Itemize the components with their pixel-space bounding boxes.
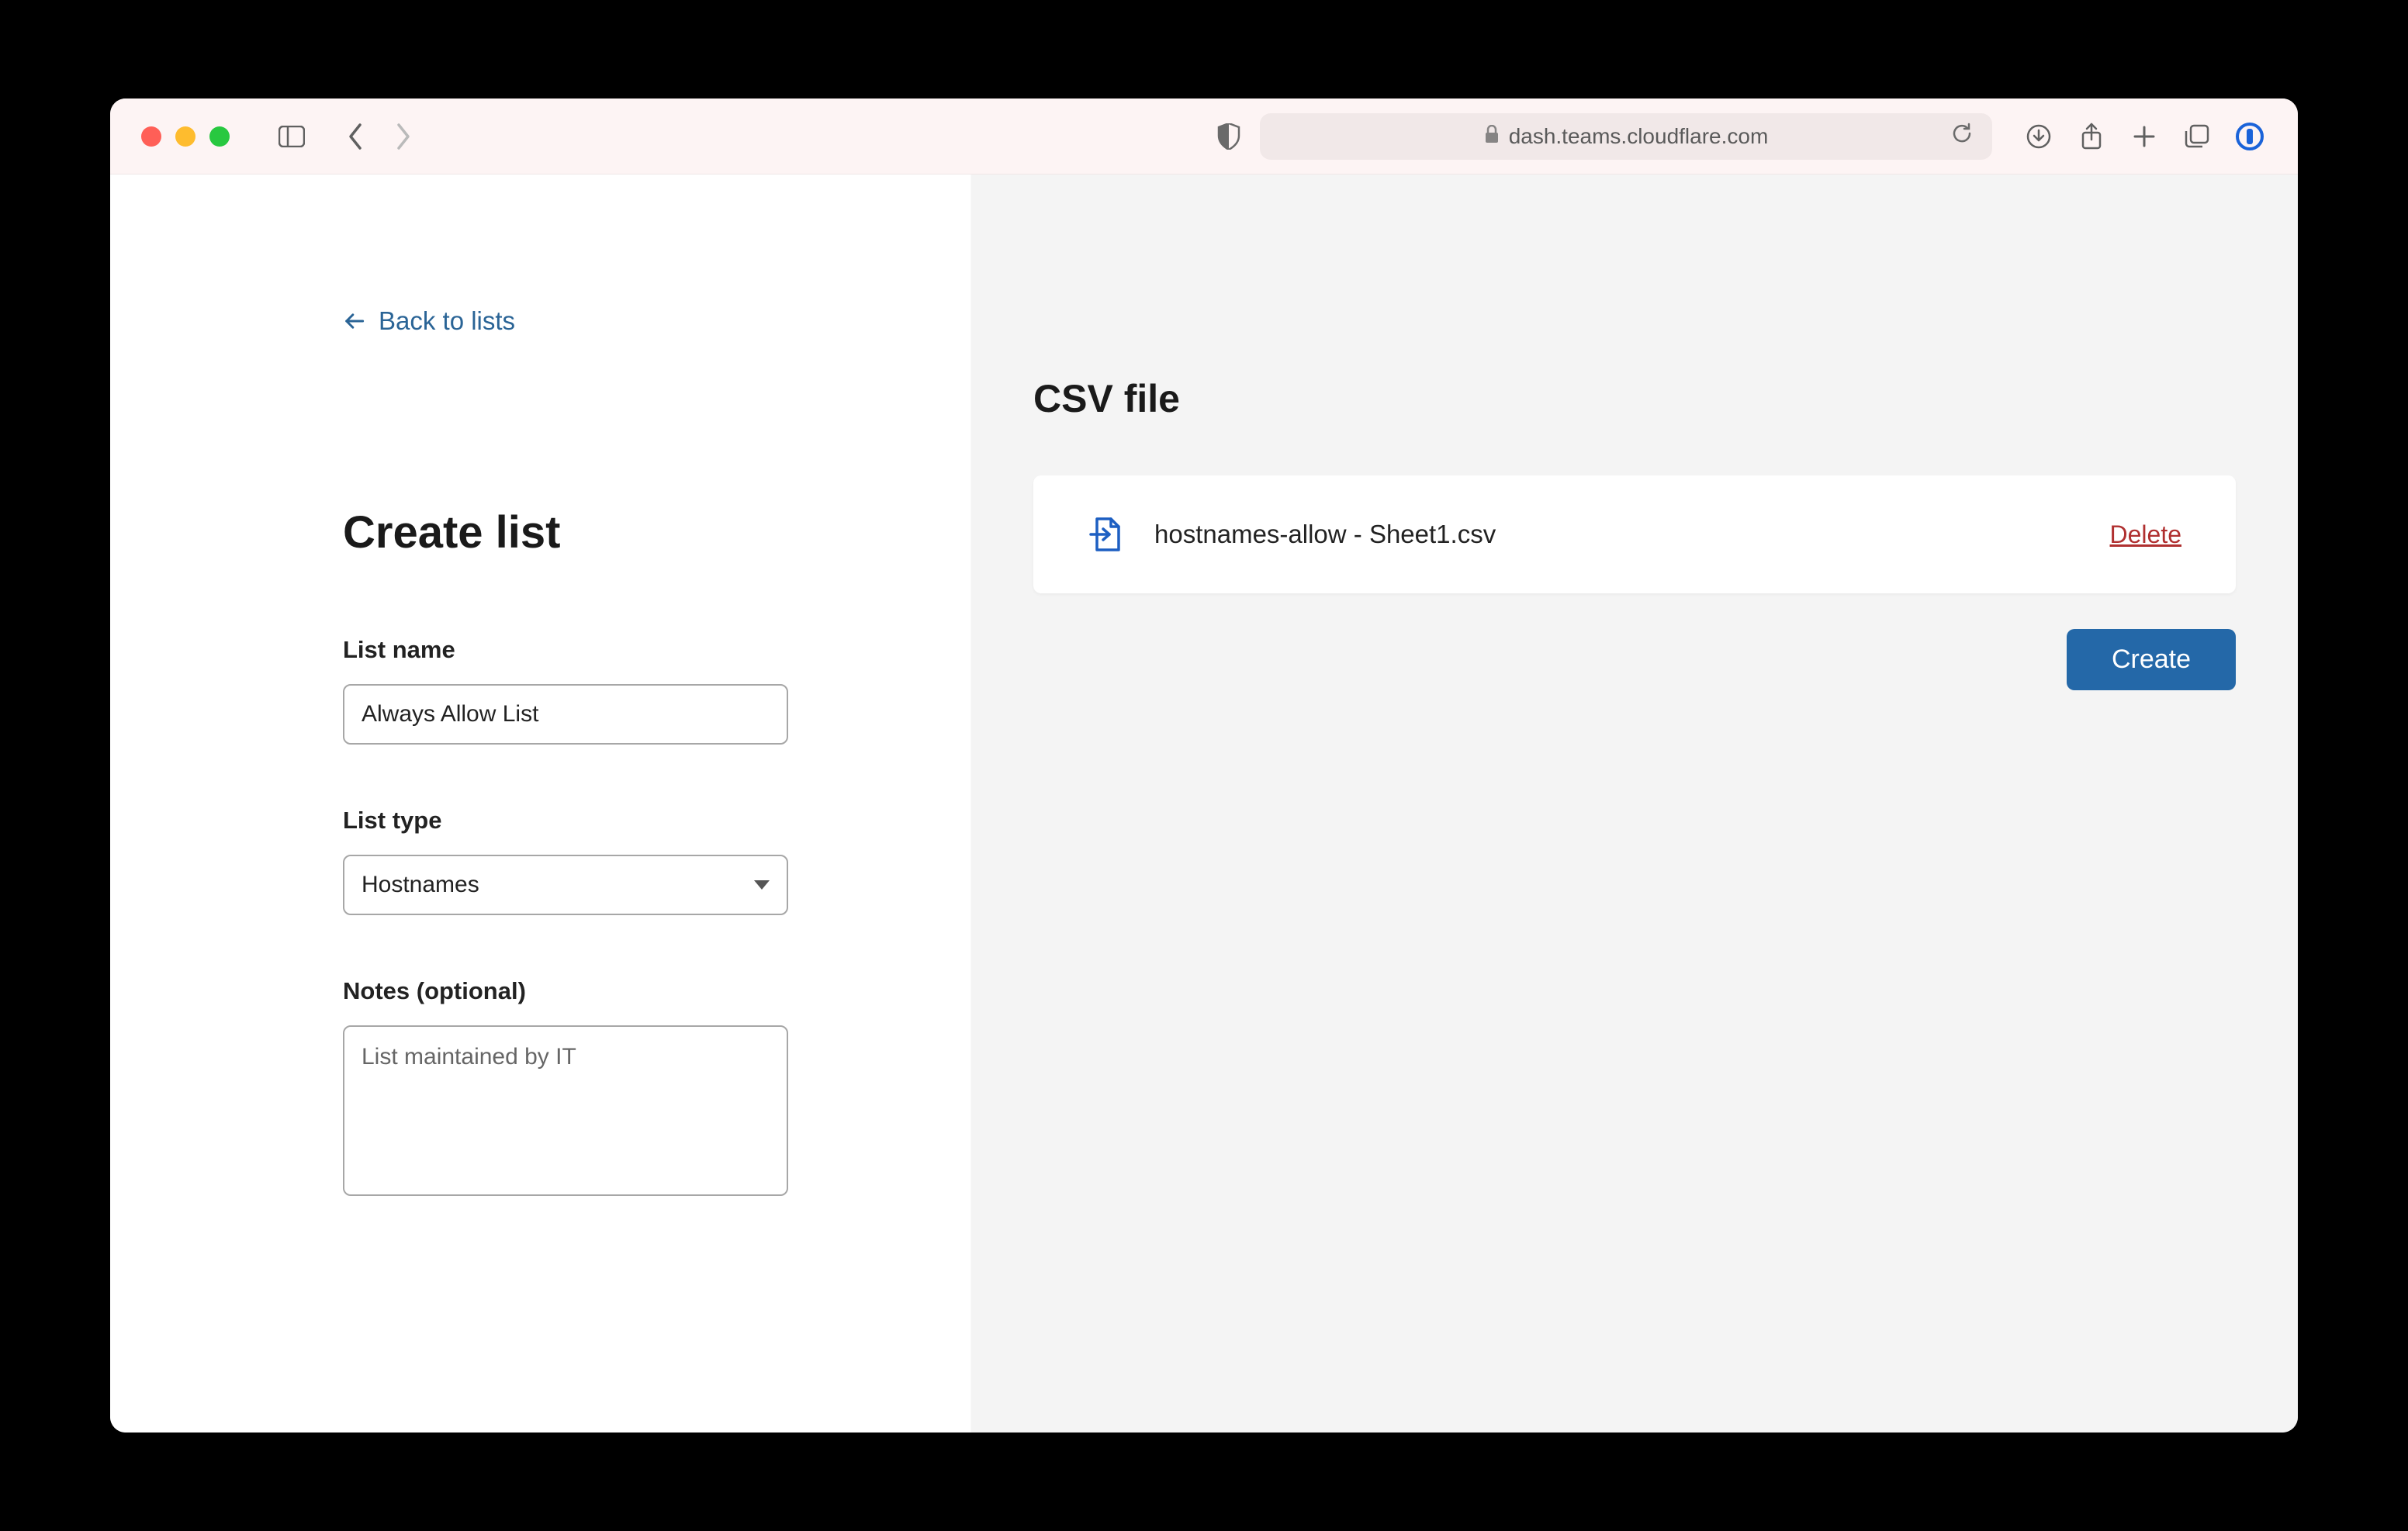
file-icon <box>1088 516 1125 553</box>
list-type-field: List type Hostnames <box>343 807 788 915</box>
create-button[interactable]: Create <box>2067 629 2236 690</box>
list-name-label: List name <box>343 636 788 664</box>
actions-row: Create <box>1033 629 2236 690</box>
page-title: Create list <box>343 506 788 558</box>
list-type-value: Hostnames <box>362 872 479 898</box>
list-name-input[interactable] <box>343 684 788 745</box>
onepassword-extension-icon[interactable] <box>2233 119 2267 154</box>
back-link-label: Back to lists <box>379 306 515 336</box>
browser-window: dash.teams.cloudflare.com <box>110 98 2298 1433</box>
list-name-field: List name <box>343 636 788 745</box>
list-type-select[interactable]: Hostnames <box>343 855 788 915</box>
delete-file-link[interactable]: Delete <box>2110 520 2182 549</box>
nav-back-button[interactable] <box>338 119 372 154</box>
sidebar-toggle-button[interactable] <box>275 119 309 154</box>
privacy-shield-icon[interactable] <box>1212 119 1246 154</box>
file-card: hostnames-allow - Sheet1.csv Delete <box>1033 475 2236 593</box>
page-content: Back to lists Create list List name List… <box>110 175 2298 1433</box>
close-window-button[interactable] <box>141 126 161 147</box>
new-tab-button[interactable] <box>2127 119 2161 154</box>
url-text: dash.teams.cloudflare.com <box>1509 124 1769 149</box>
right-panel: CSV file hostnames-allow - Sheet1.csv De… <box>971 175 2298 1433</box>
minimize-window-button[interactable] <box>175 126 195 147</box>
back-to-lists-link[interactable]: Back to lists <box>343 306 515 336</box>
notes-field: Notes (optional) <box>343 977 788 1200</box>
url-bar[interactable]: dash.teams.cloudflare.com <box>1260 113 1992 160</box>
notes-textarea[interactable] <box>343 1025 788 1196</box>
arrow-left-icon <box>343 310 365 332</box>
chevron-down-icon <box>754 880 770 890</box>
list-type-label: List type <box>343 807 788 835</box>
notes-label: Notes (optional) <box>343 977 788 1005</box>
tabs-overview-button[interactable] <box>2180 119 2214 154</box>
window-controls <box>141 126 230 147</box>
left-panel: Back to lists Create list List name List… <box>110 175 971 1433</box>
csv-section-title: CSV file <box>1033 376 2236 421</box>
maximize-window-button[interactable] <box>209 126 230 147</box>
refresh-button[interactable] <box>1950 122 1974 150</box>
lock-icon <box>1484 125 1500 148</box>
nav-forward-button[interactable] <box>386 119 420 154</box>
share-button[interactable] <box>2074 119 2109 154</box>
downloads-button[interactable] <box>2022 119 2056 154</box>
browser-titlebar: dash.teams.cloudflare.com <box>110 98 2298 175</box>
file-name: hostnames-allow - Sheet1.csv <box>1154 520 2081 549</box>
